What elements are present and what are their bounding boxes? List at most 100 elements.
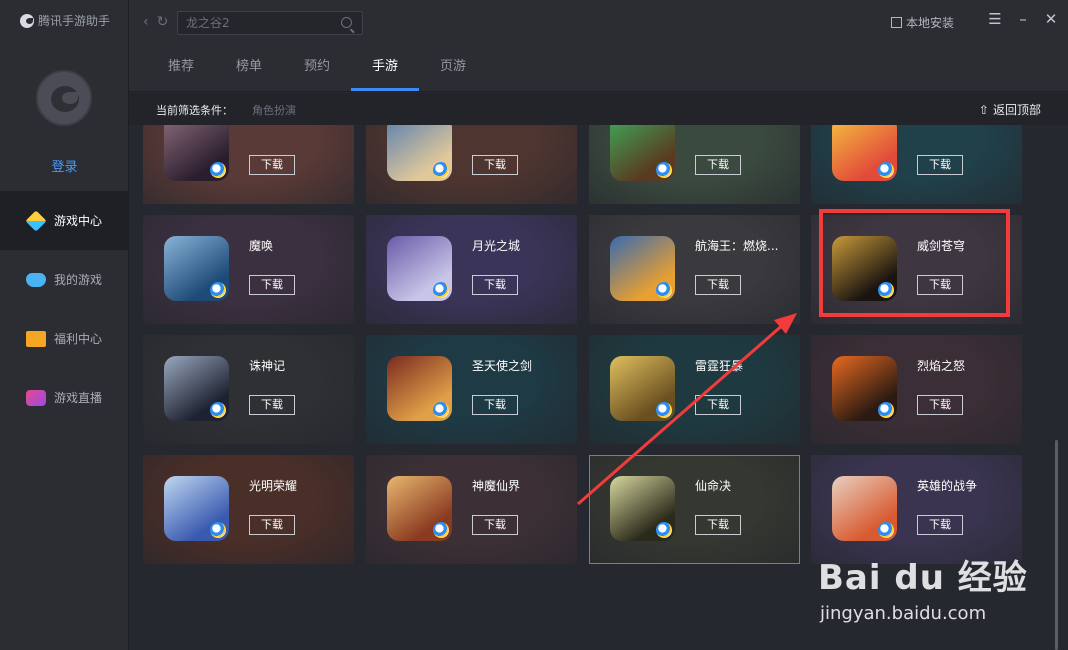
download-button[interactable]: 下载	[695, 155, 741, 175]
game-icon[interactable]	[832, 125, 897, 181]
game-icon[interactable]	[387, 356, 452, 421]
game-name: 诛神记	[249, 359, 286, 373]
download-button[interactable]: 下载	[472, 395, 518, 415]
game-icon[interactable]	[610, 476, 675, 541]
app-window: 腾讯手游助手 登录 游戏中心 我的游戏 福利中心 游戏直播 ‹ ↻ 龙之谷2 本…	[0, 0, 1068, 650]
game-name: 圣天使之剑	[472, 359, 533, 373]
back-arrow-icon[interactable]: ‹	[143, 14, 149, 30]
game-card[interactable]: 航海王：燃烧... 下载	[589, 215, 800, 324]
download-button[interactable]: 下载	[917, 395, 963, 415]
tab-mobile-games[interactable]: 手游	[351, 44, 419, 91]
game-icon[interactable]	[164, 476, 229, 541]
avatar[interactable]	[36, 70, 92, 126]
game-icon[interactable]	[387, 236, 452, 301]
download-button[interactable]: 下载	[249, 275, 295, 295]
game-card[interactable]: 威剑苍穹 下载	[811, 215, 1022, 324]
minimize-icon[interactable]: –	[1016, 10, 1030, 28]
game-icon[interactable]	[164, 356, 229, 421]
refresh-icon[interactable]: ↻	[157, 14, 169, 30]
game-icon[interactable]	[610, 125, 675, 181]
sidebar-item-live[interactable]: 游戏直播	[0, 368, 129, 427]
game-card[interactable]: 神魔仙界 下载	[366, 455, 577, 564]
local-install-button[interactable]: 本地安装	[891, 14, 954, 31]
game-icon[interactable]	[832, 476, 897, 541]
game-icon[interactable]	[164, 125, 229, 181]
game-card[interactable]: 圣天使之剑 下载	[366, 335, 577, 444]
sidebar-item-label: 游戏中心	[54, 214, 103, 228]
game-card[interactable]: 光明荣耀 下载	[143, 455, 354, 564]
game-card[interactable]: 英雄的战争 下载	[811, 455, 1022, 564]
tab-recommend[interactable]: 推荐	[147, 44, 215, 91]
game-card[interactable]: 下载	[811, 125, 1022, 204]
scrollbar-thumb[interactable]	[1055, 440, 1058, 650]
close-icon[interactable]: ✕	[1044, 10, 1058, 28]
download-button[interactable]: 下载	[917, 515, 963, 535]
tab-reserve[interactable]: 预约	[283, 44, 351, 91]
game-icon[interactable]	[387, 125, 452, 181]
game-name: 航海王：燃烧...	[695, 239, 779, 253]
game-icon[interactable]	[610, 356, 675, 421]
download-button[interactable]: 下载	[249, 155, 295, 175]
game-card[interactable]: 月光之城 下载	[366, 215, 577, 324]
game-icon[interactable]	[387, 476, 452, 541]
game-card[interactable]: 下载	[143, 125, 354, 204]
sidebar-item-label: 福利中心	[54, 332, 103, 346]
game-name: 威剑苍穹	[917, 239, 966, 253]
search-input[interactable]	[178, 12, 328, 34]
tab-web-games[interactable]: 页游	[419, 44, 487, 91]
game-card[interactable]: 烈焰之怒 下载	[811, 335, 1022, 444]
back-to-top-button[interactable]: ⇧ 返回顶部	[979, 101, 1041, 118]
download-button[interactable]: 下载	[472, 155, 518, 175]
sidebar-item-game-center[interactable]: 游戏中心	[0, 191, 129, 250]
gift-icon	[26, 330, 46, 347]
download-button[interactable]: 下载	[917, 275, 963, 295]
game-card[interactable]: 诛神记 下载	[143, 335, 354, 444]
history-nav: ‹ ↻	[143, 14, 168, 30]
gamepad-icon	[26, 272, 46, 287]
filter-value[interactable]: 角色扮演	[252, 102, 296, 118]
download-button[interactable]: 下载	[695, 275, 741, 295]
filter-bar: 当前筛选条件： 角色扮演 ⇧ 返回顶部	[129, 93, 1068, 125]
download-button[interactable]: 下载	[472, 515, 518, 535]
app-name: 腾讯手游助手	[38, 14, 111, 28]
top-toolbar: ‹ ↻ 本地安装 ☰ – ✕	[129, 0, 1068, 44]
login-link[interactable]: 登录	[0, 156, 129, 175]
game-card[interactable]: 下载	[366, 125, 577, 204]
sidebar-item-my-games[interactable]: 我的游戏	[0, 250, 129, 309]
download-button[interactable]: 下载	[249, 395, 295, 415]
game-icon[interactable]	[164, 236, 229, 301]
download-button[interactable]: 下载	[917, 155, 963, 175]
game-card[interactable]: 下载	[589, 125, 800, 204]
download-button[interactable]: 下载	[695, 395, 741, 415]
sidebar: 腾讯手游助手 登录 游戏中心 我的游戏 福利中心 游戏直播	[0, 0, 129, 650]
game-name: 魔唤	[249, 239, 274, 253]
game-card[interactable]: 雷霆狂暴 下载	[589, 335, 800, 444]
game-icon[interactable]	[610, 236, 675, 301]
game-icon[interactable]	[832, 236, 897, 301]
game-card[interactable]: 魔唤 下载	[143, 215, 354, 324]
back-to-top-label: 返回顶部	[992, 103, 1041, 117]
download-button[interactable]: 下载	[695, 515, 741, 535]
game-grid: 下载 下载 下载 下载 魔唤 下载 月光之城 下载 航海王：燃烧... 下载 威剑苍穹 下载 诛神记 下载…	[129, 125, 1055, 650]
game-name: 烈焰之怒	[917, 359, 966, 373]
sidebar-item-label: 游戏直播	[54, 391, 103, 405]
live-icon	[26, 389, 46, 406]
app-brand: 腾讯手游助手	[20, 12, 110, 29]
search-icon[interactable]	[341, 17, 352, 28]
download-button[interactable]: 下载	[472, 275, 518, 295]
sidebar-item-welfare[interactable]: 福利中心	[0, 309, 129, 368]
filter-label: 当前筛选条件：	[156, 104, 233, 117]
game-icon[interactable]	[832, 356, 897, 421]
window-controls: ☰ – ✕	[988, 10, 1058, 28]
download-button[interactable]: 下载	[249, 515, 295, 535]
game-name: 光明荣耀	[249, 479, 298, 493]
tab-ranking[interactable]: 榜单	[215, 44, 283, 91]
up-arrow-icon: ⇧	[978, 102, 989, 117]
menu-icon[interactable]: ☰	[988, 10, 1002, 28]
game-card[interactable]: 仙命决 下载	[589, 455, 800, 564]
game-name: 神魔仙界	[472, 479, 521, 493]
sidebar-nav: 游戏中心 我的游戏 福利中心 游戏直播	[0, 191, 129, 427]
game-name: 英雄的战争	[917, 479, 978, 493]
search-box	[177, 11, 363, 35]
game-center-icon	[25, 209, 47, 232]
